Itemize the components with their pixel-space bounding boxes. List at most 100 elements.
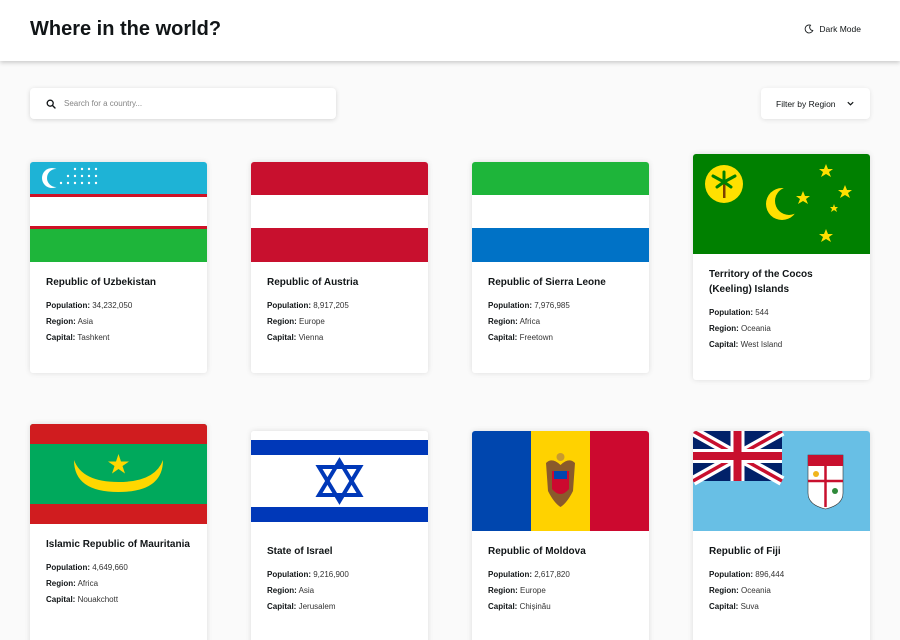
capital-stat: Capital: Tashkent <box>46 330 191 346</box>
capital-value: Freetown <box>519 333 553 342</box>
region-label: Region: <box>488 586 518 595</box>
flag-cocos-islands <box>693 154 870 254</box>
population-label: Population: <box>46 301 90 310</box>
region-value: Oceania <box>741 324 771 333</box>
population-label: Population: <box>488 570 532 579</box>
app-title: Where in the world? <box>30 18 222 40</box>
region-label: Region: <box>709 324 739 333</box>
country-card[interactable]: Republic of Austria Population: 8,917,20… <box>251 162 428 373</box>
region-value: Europe <box>520 586 546 595</box>
search-input[interactable] <box>64 99 304 108</box>
region-label: Region: <box>267 586 297 595</box>
country-card[interactable]: Territory of the Cocos (Keeling) Islands… <box>693 154 870 380</box>
capital-label: Capital: <box>46 333 76 342</box>
search-icon <box>46 99 56 109</box>
country-name: State of Israel <box>267 546 333 557</box>
population-label: Population: <box>267 301 311 310</box>
region-stat: Region: Asia <box>267 583 412 599</box>
country-name: Republic of Uzbekistan <box>46 277 157 288</box>
country-card[interactable]: Republic of Sierra Leone Population: 7,9… <box>472 162 649 373</box>
capital-value: Nouakchott <box>77 595 119 604</box>
flag-fiji <box>693 431 870 531</box>
region-stat: Region: Oceania <box>709 321 854 337</box>
flag-austria <box>251 162 428 262</box>
country-name: Republic of Fiji <box>709 546 781 557</box>
region-label: Region: <box>46 317 76 326</box>
population-stat: Population: 7,976,985 <box>488 298 633 314</box>
region-value: Africa <box>519 317 541 326</box>
population-value: 896,444 <box>755 570 785 579</box>
capital-stat: Capital: Vienna <box>267 330 412 346</box>
capital-value: Jerusalem <box>298 602 336 611</box>
country-card[interactable]: Republic of Fiji Population: 896,444 Reg… <box>693 431 870 640</box>
capital-value: Vienna <box>298 333 324 342</box>
population-value: 7,976,985 <box>534 301 570 310</box>
moon-icon <box>805 24 814 34</box>
capital-stat: Capital: Nouakchott <box>46 592 191 608</box>
flag-sierra-leone <box>472 162 649 262</box>
flag-moldova <box>472 431 649 531</box>
region-value: Asia <box>77 317 94 326</box>
region-label: Region: <box>709 586 739 595</box>
region-stat: Region: Asia <box>46 314 191 330</box>
population-stat: Population: 34,232,050 <box>46 298 191 314</box>
region-filter-dropdown[interactable]: Filter by Region <box>761 88 870 119</box>
flag-mauritania <box>30 424 207 524</box>
capital-value: Tashkent <box>77 333 110 342</box>
region-stat: Region: Africa <box>46 576 191 592</box>
population-value: 8,917,205 <box>313 301 349 310</box>
population-stat: Population: 544 <box>709 305 854 321</box>
population-value: 4,649,660 <box>92 563 128 572</box>
region-stat: Region: Europe <box>488 583 633 599</box>
capital-label: Capital: <box>709 340 739 349</box>
capital-label: Capital: <box>488 602 518 611</box>
population-stat: Population: 896,444 <box>709 567 854 583</box>
region-value: Asia <box>298 586 315 595</box>
region-label: Region: <box>46 579 76 588</box>
capital-value: Suva <box>740 602 759 611</box>
population-label: Population: <box>488 301 532 310</box>
country-card[interactable]: State of Israel Population: 9,216,900 Re… <box>251 431 428 640</box>
population-stat: Population: 2,617,820 <box>488 567 633 583</box>
dark-mode-label: Dark Mode <box>819 24 861 34</box>
region-stat: Region: Africa <box>488 314 633 330</box>
population-value: 9,216,900 <box>313 570 349 579</box>
capital-value: Chișinău <box>519 602 551 611</box>
country-card[interactable]: Republic of Uzbekistan Population: 34,23… <box>30 162 207 373</box>
population-stat: Population: 9,216,900 <box>267 567 412 583</box>
search-box[interactable] <box>30 88 336 119</box>
population-stat: Population: 8,917,205 <box>267 298 412 314</box>
chevron-down-icon <box>846 101 854 106</box>
capital-label: Capital: <box>267 333 297 342</box>
capital-label: Capital: <box>709 602 739 611</box>
population-value: 544 <box>755 308 769 317</box>
country-card[interactable]: Islamic Republic of Mauritania Populatio… <box>30 424 207 640</box>
population-value: 2,617,820 <box>534 570 570 579</box>
population-label: Population: <box>709 308 753 317</box>
capital-stat: Capital: West Island <box>709 337 854 353</box>
dark-mode-toggle[interactable]: Dark Mode <box>804 24 861 34</box>
country-name: Territory of the Cocos (Keeling) Islands <box>709 269 813 295</box>
country-card[interactable]: Republic of Moldova Population: 2,617,82… <box>472 431 649 640</box>
capital-stat: Capital: Jerusalem <box>267 599 412 615</box>
capital-stat: Capital: Suva <box>709 599 854 615</box>
population-stat: Population: 4,649,660 <box>46 560 191 576</box>
flag-israel <box>251 431 428 531</box>
top-header: Where in the world? Dark Mode <box>0 0 900 61</box>
region-value: Oceania <box>741 586 771 595</box>
capital-stat: Capital: Chișinău <box>488 599 633 615</box>
country-name: Republic of Moldova <box>488 546 586 557</box>
flag-uzbekistan <box>30 162 207 262</box>
country-name: Republic of Sierra Leone <box>488 277 606 288</box>
region-stat: Region: Oceania <box>709 583 854 599</box>
population-value: 34,232,050 <box>92 301 133 310</box>
region-label: Region: <box>267 317 297 326</box>
region-value: Africa <box>77 579 99 588</box>
country-name: Islamic Republic of Mauritania <box>46 539 190 550</box>
population-label: Population: <box>267 570 311 579</box>
region-label: Region: <box>488 317 518 326</box>
capital-value: West Island <box>740 340 783 349</box>
country-name: Republic of Austria <box>267 277 359 288</box>
filter-label: Filter by Region <box>776 98 836 109</box>
population-label: Population: <box>709 570 753 579</box>
